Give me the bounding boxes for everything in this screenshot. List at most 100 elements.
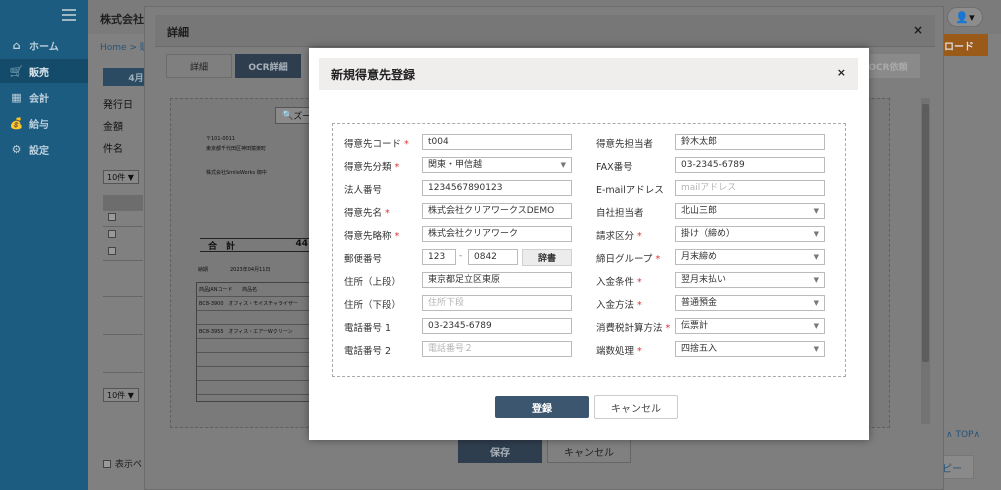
text-field[interactable]: 電話番号２ <box>422 341 572 357</box>
show-option[interactable]: 表示ペ <box>103 457 142 470</box>
select-field[interactable]: 四捨五入 ▼ <box>675 341 825 357</box>
required-mark: * <box>404 139 409 150</box>
subject-label: 件名 <box>103 144 123 155</box>
text-field[interactable]: 住所下段 <box>422 295 572 311</box>
doc-cell: BC8-3900 <box>199 301 224 307</box>
field-label: 得意先略称 * <box>344 228 399 242</box>
field-value: 翌月末払い <box>681 275 727 285</box>
field-placeholder: mailアドレス <box>681 183 737 193</box>
text-field[interactable]: 03-2345-6789 <box>422 318 572 334</box>
doc-table: 商品JANコード 商品名 BC8-3900 オフィス・モイスチャライザー BC8… <box>196 282 312 402</box>
field-label-text: 端数処理 <box>596 346 635 357</box>
text-field[interactable]: 株式会社クリアワーク <box>422 226 572 242</box>
select-field[interactable]: 伝票計 ▼ <box>675 318 825 334</box>
chevron-down-icon: ▼ <box>813 230 819 238</box>
dictionary-button[interactable]: 辞書 <box>522 249 572 266</box>
text-field[interactable]: 1234567890123 <box>422 180 572 196</box>
tab-ocr-detail[interactable]: OCR詳細 <box>235 54 301 78</box>
field-label-text: 締日グループ <box>596 254 653 265</box>
doc-table-row: BC8-3955 オフィス・エアーWクリーン <box>197 325 311 339</box>
field-label: 住所（上段） <box>344 274 401 288</box>
sidebar-item-3[interactable]: 💰 給与 <box>0 111 88 135</box>
field-label-text: 電話番号 1 <box>344 323 392 334</box>
new-customer-modal-title: 新規得意先登録 <box>331 68 416 82</box>
text-field[interactable]: 03-2345-6789 <box>675 157 825 173</box>
chevron-down-icon: ▼ <box>813 207 819 215</box>
moneybag-icon: 💰 <box>9 116 24 130</box>
doc-table-row <box>197 353 311 367</box>
text-field[interactable]: 鈴木太郎 <box>675 134 825 150</box>
text-field[interactable]: 東京都足立区東原 <box>422 272 572 288</box>
sidebar-item-label: ホーム <box>29 41 59 53</box>
cancel-button[interactable]: キャンセル <box>594 395 678 419</box>
select-field[interactable]: 関東・甲信越 ▼ <box>422 157 572 173</box>
doc-address: 東京都千代田区神田猿楽町 <box>206 146 267 152</box>
field-label-text: E-mailアドレス <box>596 185 664 196</box>
sidebar-item-2[interactable]: ▦ 会計 <box>0 85 88 109</box>
field-value: 掛け（締め） <box>681 229 736 239</box>
close-icon[interactable]: × <box>837 66 846 79</box>
hamburger-menu-icon[interactable] <box>62 9 76 21</box>
field-value: 関東・甲信越 <box>428 160 483 170</box>
field-label: 入金条件 * <box>596 274 642 288</box>
required-mark: * <box>394 162 400 173</box>
field-value: 03-2345-6789 <box>681 160 745 170</box>
postal-code-first[interactable]: 123 <box>422 249 456 265</box>
detail-modal-title: 詳細 <box>167 26 189 39</box>
chevron-down-icon: ▼ <box>813 322 819 330</box>
field-label: 郵便番号 <box>344 251 382 265</box>
text-field[interactable]: t004 <box>422 134 572 150</box>
doc-col-jan: 商品JANコード <box>199 287 233 293</box>
postal-code-second[interactable]: 0842 <box>468 249 518 265</box>
field-label-text: 消費税計算方法 <box>596 323 663 334</box>
select-field[interactable]: 翌月末払い ▼ <box>675 272 825 288</box>
list-divider <box>103 372 143 373</box>
download-button[interactable]: ロード <box>940 34 988 56</box>
tab-detail[interactable]: 詳細 <box>166 54 232 78</box>
gear-icon: ⚙ <box>11 142 22 156</box>
sidebar-item-1[interactable]: 🛒 販売 <box>0 59 88 83</box>
new-customer-modal: 新規得意先登録 × 得意先コード * t004 得意先分類 * 関東・甲信越 ▼ 法人番号 12… <box>309 48 869 440</box>
show-checkbox[interactable] <box>103 459 111 468</box>
text-field[interactable]: mailアドレス <box>675 180 825 196</box>
row-checkbox[interactable] <box>108 247 116 255</box>
select-field[interactable]: 掛け（締め） ▼ <box>675 226 825 242</box>
page-size-select-bottom[interactable]: 10件 ▼ <box>103 388 139 402</box>
text-field[interactable]: 株式会社クリアワークスDEMO <box>422 203 572 219</box>
detail-save-button[interactable]: 保存 <box>458 439 542 463</box>
list-divider <box>103 226 143 227</box>
doc-total-value: 44 <box>295 239 308 249</box>
detail-cancel-button[interactable]: キャンセル <box>547 439 631 463</box>
required-mark: * <box>394 231 400 242</box>
sidebar-item-4[interactable]: ⚙ 設定 <box>0 137 88 161</box>
doc-table-row <box>197 367 311 381</box>
field-label: 入金方法 * <box>596 297 642 311</box>
breadcrumb[interactable]: Home > 販 <box>100 40 149 53</box>
show-label: 表示ペ <box>115 460 143 470</box>
field-value: 03-2345-6789 <box>428 321 492 331</box>
doc-cell: BC8-3955 <box>199 329 224 335</box>
field-label-text: 入金方法 <box>596 300 635 311</box>
field-label: 端数処理 * <box>596 343 642 357</box>
field-value: 1234567890123 <box>428 183 503 193</box>
select-field[interactable]: 北山三郎 ▼ <box>675 203 825 219</box>
register-button[interactable]: 登録 <box>495 396 589 418</box>
document-scroll-thumb[interactable] <box>922 104 929 362</box>
user-menu-button[interactable]: 👤▾ <box>947 7 983 27</box>
detail-close-icon[interactable]: × <box>913 23 923 37</box>
select-field[interactable]: 普通預金 ▼ <box>675 295 825 311</box>
field-label: 締日グループ * <box>596 251 660 265</box>
detail-modal-header: 詳細 × <box>155 15 935 47</box>
chevron-down-icon: ▼ <box>560 161 566 169</box>
home-icon: ⌂ <box>12 38 21 52</box>
row-checkbox[interactable] <box>108 213 116 221</box>
doc-cell: オフィス・エアーWクリーン <box>228 329 293 335</box>
page-size-select[interactable]: 10件 ▼ <box>103 170 139 184</box>
sidebar-item-0[interactable]: ⌂ ホーム <box>0 33 88 57</box>
select-field[interactable]: 月末締め ▼ <box>675 249 825 265</box>
doc-table-row <box>197 381 311 395</box>
list-divider <box>103 260 143 261</box>
back-to-top-link[interactable]: ∧ TOP∧ <box>946 430 980 440</box>
cart-icon: 🛒 <box>9 64 24 78</box>
row-checkbox[interactable] <box>108 230 116 238</box>
